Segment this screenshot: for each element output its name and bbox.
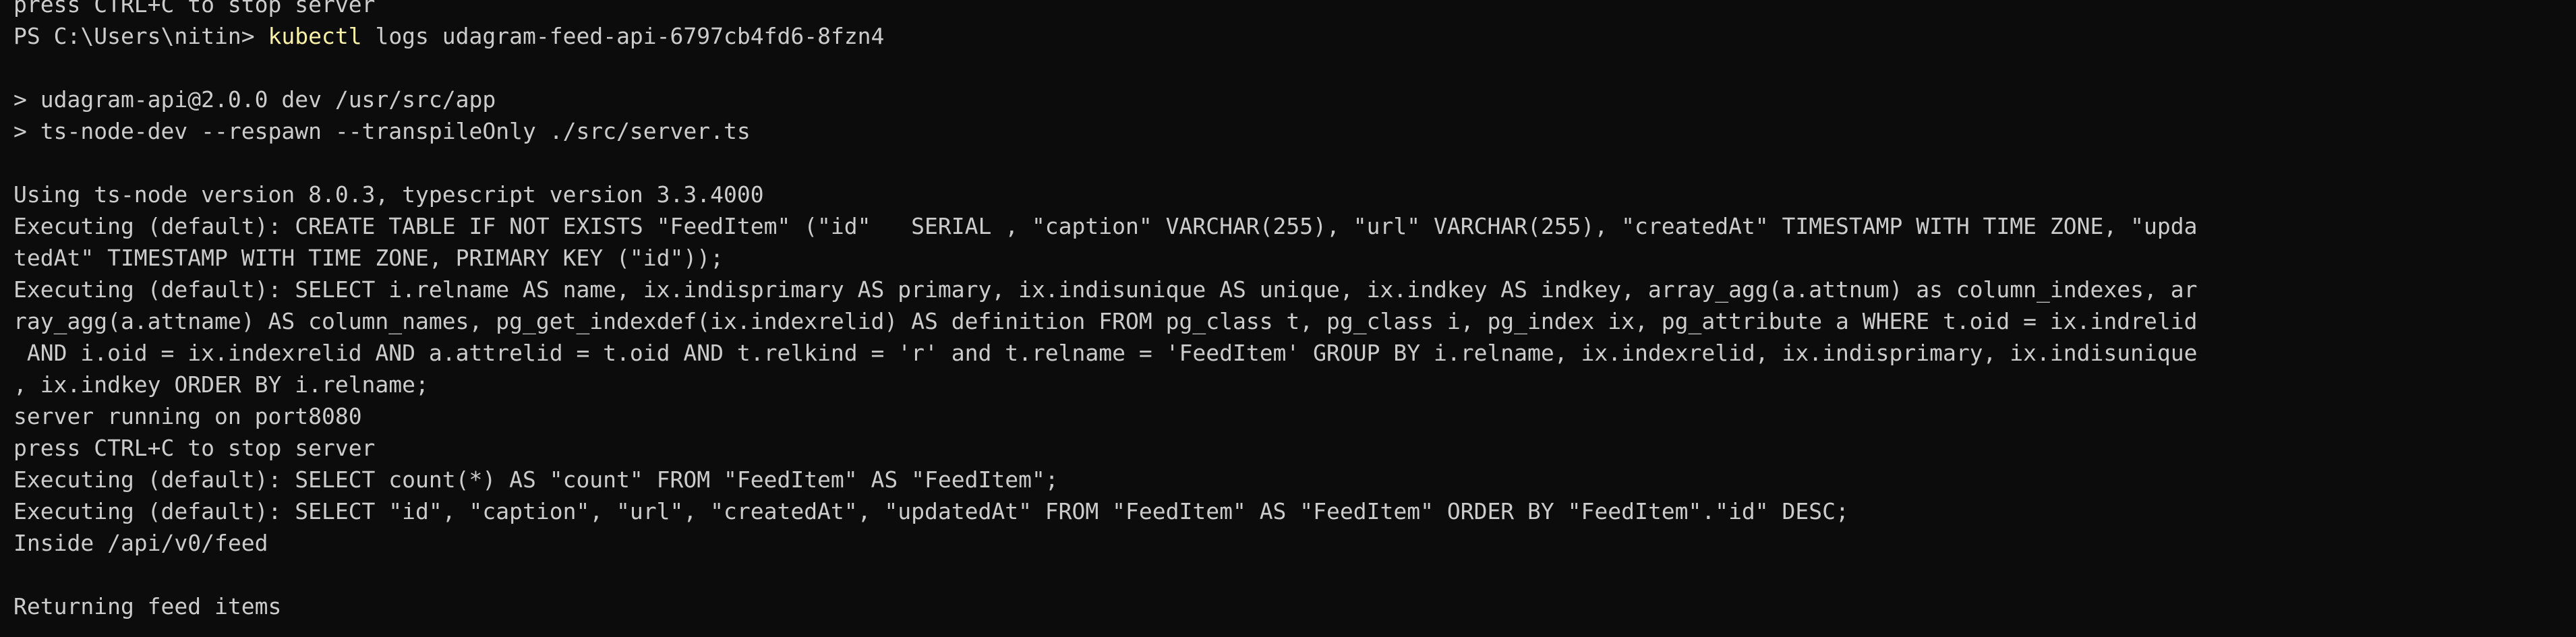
terminal-output-line: tedAt" TIMESTAMP WITH TIME ZONE, PRIMARY… (13, 245, 724, 271)
terminal-output-line: Executing (default): SELECT count(*) AS … (13, 466, 1059, 493)
terminal-output-line: Using ts-node version 8.0.3, typescript … (13, 181, 764, 208)
command-prompt-line: PS C:\Users\nitin> kubectl logs udagram-… (13, 20, 2576, 52)
terminal-line-partial: press CTRL+C to stop server (13, 0, 376, 18)
terminal-output-line: AND i.oid = ix.indexrelid AND a.attrelid… (13, 340, 2198, 366)
terminal-output-line: > ts-node-dev --respawn --transpileOnly … (13, 118, 751, 144)
terminal-output-line: press CTRL+C to stop server (13, 435, 376, 461)
terminal-output-line: > udagram-api@2.0.0 dev /usr/src/app (13, 86, 496, 113)
terminal-output-line: Returning feed items (13, 593, 282, 619)
terminal-output-line: server running on port8080 (13, 403, 362, 429)
prompt-text: PS C:\Users\nitin> (13, 23, 268, 49)
command-name: kubectl (268, 23, 362, 49)
terminal-output-line: Executing (default): SELECT i.relname AS… (13, 276, 2198, 303)
terminal-output-line: Executing (default): SELECT "id", "capti… (13, 498, 1849, 524)
command-args: logs udagram-feed-api-6797cb4fd6-8fzn4 (361, 23, 885, 49)
terminal-output-line: ray_agg(a.attname) AS column_names, pg_g… (13, 308, 2198, 334)
terminal-output-line: Executing (default): CREATE TABLE IF NOT… (13, 213, 2198, 239)
terminal-output-line: Inside /api/v0/feed (13, 530, 268, 556)
terminal-output-line: , ix.indkey ORDER BY i.relname; (13, 371, 429, 398)
terminal-window[interactable]: press CTRL+C to stop server PS C:\Users\… (0, 0, 2576, 626)
